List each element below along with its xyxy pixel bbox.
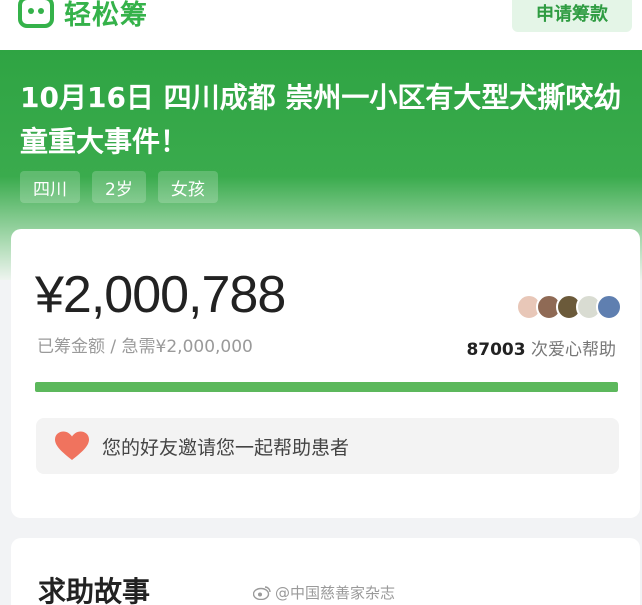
heart-icon bbox=[55, 431, 89, 460]
raised-label: 已筹金额 / 急需¥2,000,000 bbox=[37, 337, 253, 357]
progress-bar bbox=[35, 382, 618, 392]
avatar bbox=[596, 294, 622, 320]
story-title: 求助故事 bbox=[38, 575, 151, 605]
fundraising-card: ¥2,000,788 已筹金额 / 急需¥2,000,000 87003 次爱心… bbox=[11, 229, 640, 518]
logo-icon bbox=[18, 0, 54, 28]
invite-banner[interactable]: 您的好友邀请您一起帮助患者 bbox=[36, 418, 619, 474]
helper-avatars[interactable] bbox=[516, 294, 622, 320]
watermark: @中国慈善家杂志 bbox=[252, 582, 395, 603]
helpers-suffix: 次爱心帮助 bbox=[525, 340, 616, 360]
invite-text: 您的好友邀请您一起帮助患者 bbox=[102, 436, 350, 459]
tag-gender: 女孩 bbox=[157, 171, 218, 203]
logo-text: 轻松筹 bbox=[64, 0, 148, 31]
progress-fill bbox=[35, 382, 618, 392]
apply-fundraising-button[interactable]: 申请筹款 bbox=[512, 0, 632, 32]
weibo-icon bbox=[252, 586, 271, 600]
top-bar: 轻松筹 申请筹款 bbox=[0, 0, 642, 50]
helpers-number: 87003 bbox=[466, 340, 526, 360]
page-title: 10月16日 四川成都 崇州一小区有大型犬撕咬幼童重大事件！ bbox=[20, 81, 622, 158]
app-logo[interactable]: 轻松筹 bbox=[18, 0, 148, 32]
watermark-text: @中国慈善家杂志 bbox=[274, 584, 395, 602]
tag-age: 2岁 bbox=[92, 171, 146, 203]
raised-amount: ¥2,000,788 bbox=[35, 266, 286, 324]
helpers-count: 87003 次爱心帮助 bbox=[466, 335, 616, 360]
tag-list: 四川 2岁 女孩 bbox=[20, 171, 218, 203]
tag-location: 四川 bbox=[20, 171, 80, 203]
